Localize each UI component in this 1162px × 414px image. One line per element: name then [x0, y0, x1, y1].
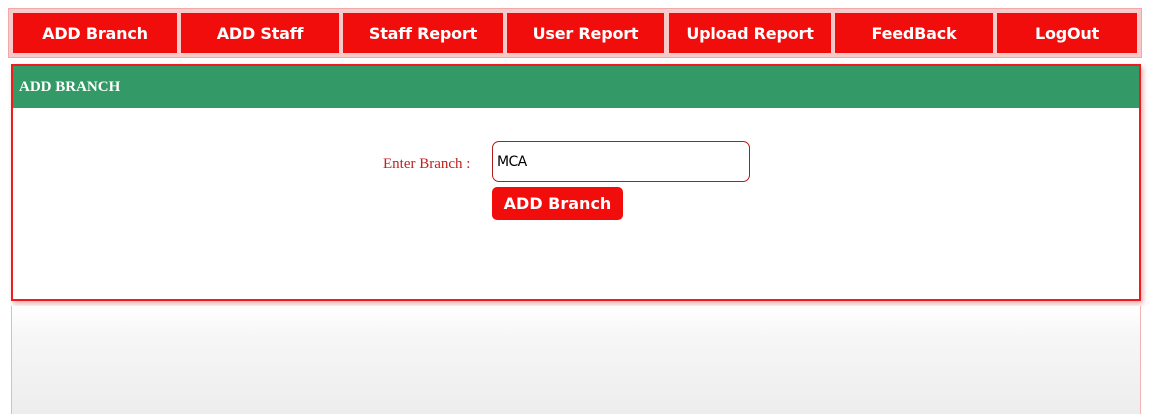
nav-user-report[interactable]: User Report — [507, 13, 664, 53]
add-branch-panel: ADD BRANCH Enter Branch : ADD Branch — [11, 64, 1141, 301]
page: ADD Branch ADD Staff Staff Report User R… — [0, 0, 1162, 414]
nav-feedback[interactable]: FeedBack — [835, 13, 993, 53]
add-branch-submit-button[interactable]: ADD Branch — [492, 187, 623, 220]
enter-branch-label: Enter Branch : — [383, 156, 471, 172]
top-navigation-bar: ADD Branch ADD Staff Staff Report User R… — [8, 8, 1142, 58]
nav-upload-report[interactable]: Upload Report — [669, 13, 831, 53]
nav-add-branch[interactable]: ADD Branch — [13, 13, 177, 53]
nav-logout[interactable]: LogOut — [997, 13, 1137, 53]
branch-name-input[interactable] — [492, 141, 750, 182]
nav-add-staff[interactable]: ADD Staff — [181, 13, 339, 53]
nav-staff-report[interactable]: Staff Report — [343, 13, 503, 53]
content-area — [11, 306, 1141, 414]
panel-title: ADD BRANCH — [13, 66, 1139, 108]
